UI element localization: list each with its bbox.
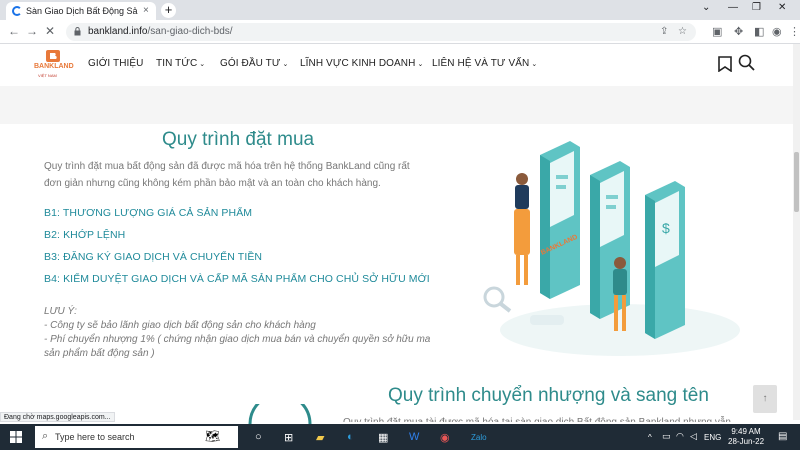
loading-spinner-icon <box>12 6 22 16</box>
tray-overflow-icon[interactable]: ^ <box>648 433 652 442</box>
decorative-circle <box>248 404 312 424</box>
kiosk-3: $ <box>645 181 685 339</box>
new-tab-button[interactable]: + <box>161 3 176 18</box>
note-title: LƯU Ý: <box>44 306 77 317</box>
section-divider-band <box>0 86 793 124</box>
edge-icon[interactable]: ◐ <box>347 431 354 443</box>
task-view-icon[interactable]: ○ <box>255 431 262 443</box>
browser-tabstrip: Sàn Giao Dịch Bất Động Sản Bank × + ⌄ — … <box>0 0 800 20</box>
taskbar-search-box[interactable]: ⌕ Type here to search 🗺 <box>35 426 238 448</box>
sidebar-icon[interactable]: ◧ <box>754 25 764 38</box>
chevron-down-icon: ⌄ <box>417 61 424 68</box>
wifi-icon[interactable]: ◠ <box>676 431 684 442</box>
weather-map-icon: 🗺 <box>205 429 221 443</box>
logo-text: BANKLAND <box>34 63 74 70</box>
nav-label: TIN TỨC <box>156 58 198 69</box>
kiosk-1: BANKLAND <box>540 141 580 299</box>
url-host: bankland.info <box>88 26 148 37</box>
back-arrow-icon[interactable]: ← <box>8 24 20 38</box>
nav-label: GIỚI THIỆU <box>88 58 144 69</box>
section-title-chuyen-nhuong: Quy trình chuyển nhượng và sang tên <box>388 385 709 406</box>
chrome-icon[interactable]: ◉ <box>440 431 450 444</box>
scrollbar-thumb[interactable] <box>794 152 799 212</box>
nav-label: GÓI ĐẦU TƯ <box>220 58 281 69</box>
status-bubble: Đang chờ maps.googleapis.com... <box>0 412 115 422</box>
magnifier-icon <box>483 286 512 313</box>
section-intro-dat-mua: Quy trình đặt mua bất động sản đã được m… <box>44 161 410 189</box>
chevron-down-icon: ⌄ <box>199 61 206 68</box>
windows-taskbar: ⌕ Type here to search 🗺 ○ ⊞ ▰ ◐ ▦ W ◉ Za… <box>0 424 800 450</box>
tab-close-button[interactable]: × <box>143 5 149 16</box>
step-3: B3: ĐĂNG KÝ GIAO DỊCH VÀ CHUYỂN TIỀN <box>44 251 263 263</box>
battery-icon[interactable]: ▭ <box>662 431 671 442</box>
site-header: BANKLAND VIỆT NAM GIỚI THIỆU TIN TỨC ⌄ GÓ… <box>0 44 793 86</box>
restore-button[interactable]: ❐ <box>752 2 761 13</box>
bankland-logo[interactable]: BANKLAND VIỆT NAM <box>34 48 74 82</box>
notification-icon[interactable]: ▤ <box>778 431 787 442</box>
section-title-dat-mua: Quy trình đặt mua <box>162 129 315 150</box>
nav-item-gioi-thieu[interactable]: GIỚI THIỆU <box>88 58 144 69</box>
share-icon[interactable]: ⇪ <box>660 26 668 37</box>
lock-icon <box>74 27 81 36</box>
minimize-button[interactable]: — <box>728 2 738 13</box>
browser-tab-active[interactable]: Sàn Giao Dịch Bất Động Sản Bank × <box>6 2 156 20</box>
file-explorer-icon[interactable]: ▰ <box>316 431 324 444</box>
tab-title: Sàn Giao Dịch Bất Động Sản Bank <box>26 6 138 16</box>
store-icon[interactable]: ▦ <box>378 431 388 444</box>
profile-icon[interactable]: ◉ <box>772 25 782 38</box>
section-intro-chuyen-nhuong: Quy trình đặt mua tài được mã hóa tại sà… <box>343 414 763 422</box>
nav-item-linh-vuc[interactable]: LĨNH VỰC KINH DOANH ⌄ <box>300 58 423 69</box>
scroll-to-top-button[interactable]: ↑ <box>753 385 777 413</box>
close-load-icon[interactable]: ✕ <box>45 24 55 38</box>
address-bar[interactable]: bankland.info/san-giao-dich-bds/ ⇪ ☆ <box>66 23 696 41</box>
nav-item-lien-he[interactable]: LIÊN HỆ VÀ TƯ VẤN ⌄ <box>432 58 537 69</box>
clock-time: 9:49 AM <box>731 427 761 436</box>
nav-item-tin-tuc[interactable]: TIN TỨC ⌄ <box>156 58 205 69</box>
step-1: B1: THƯƠNG LƯỢNG GIÁ CẢ SẢN PHẨM <box>44 207 253 219</box>
windows-start-icon[interactable] <box>10 431 22 443</box>
step-4: B4: KIỂM DUYỆT GIAO DỊCH VÀ CẤP MÃ SẢN P… <box>44 273 430 285</box>
page-scrollbar[interactable] <box>793 44 800 420</box>
chevron-down-icon: ⌄ <box>282 61 289 68</box>
taskbar-search-placeholder: Type here to search <box>55 432 135 442</box>
note-item-2: - Phí chuyển nhượng 1% ( chứng nhận giao… <box>44 334 431 359</box>
volume-icon[interactable]: ◁ <box>690 431 697 442</box>
nav-label: LĨNH VỰC KINH DOANH <box>300 58 416 69</box>
menu-dots-icon[interactable]: ⋮ <box>789 25 800 38</box>
close-window-button[interactable]: ✕ <box>778 2 786 13</box>
taskbar-clock[interactable]: 9:49 AM 28-Jun-22 <box>728 427 764 447</box>
bookmark-flag-icon[interactable] <box>718 56 732 72</box>
clock-date: 28-Jun-22 <box>728 437 765 446</box>
bookmark-star-icon[interactable]: ☆ <box>678 26 687 37</box>
step-2: B2: KHỚP LỆNH <box>44 229 126 241</box>
word-icon[interactable]: W <box>409 431 419 443</box>
person-1 <box>514 173 530 285</box>
chevron-down-icon: ⌄ <box>531 61 538 68</box>
widgets-icon[interactable]: ⊞ <box>284 431 293 444</box>
language-indicator[interactable]: ENG <box>704 433 721 442</box>
floor-card <box>530 315 564 325</box>
search-icon: ⌕ <box>42 430 49 442</box>
kiosk-illustration: BANKLAND $ <box>483 141 740 356</box>
url-path: /san-giao-dich-bds/ <box>147 26 233 37</box>
zalo-icon[interactable]: Zalo <box>471 433 487 442</box>
extension-icon-puzzle[interactable]: ✥ <box>734 25 743 38</box>
nav-item-goi-dau-tu[interactable]: GÓI ĐẦU TƯ ⌄ <box>220 58 288 69</box>
url-text: bankland.info/san-giao-dich-bds/ <box>88 26 233 37</box>
forward-arrow-icon[interactable]: → <box>26 24 38 38</box>
tab-search-icon[interactable]: ⌄ <box>702 2 710 13</box>
note-item-1: - Công ty sẽ bảo lãnh giao dịch bất động… <box>44 320 316 331</box>
logo-subtext: VIỆT NAM <box>38 73 57 78</box>
browser-toolbar: ← → ✕ bankland.info/san-giao-dich-bds/ ⇪… <box>0 20 800 44</box>
svg-text:$: $ <box>662 220 670 236</box>
extension-icon-doc[interactable]: ▣ <box>712 25 722 38</box>
nav-label: LIÊN HỆ VÀ TƯ VẤN <box>432 58 530 69</box>
search-icon[interactable] <box>738 54 756 72</box>
